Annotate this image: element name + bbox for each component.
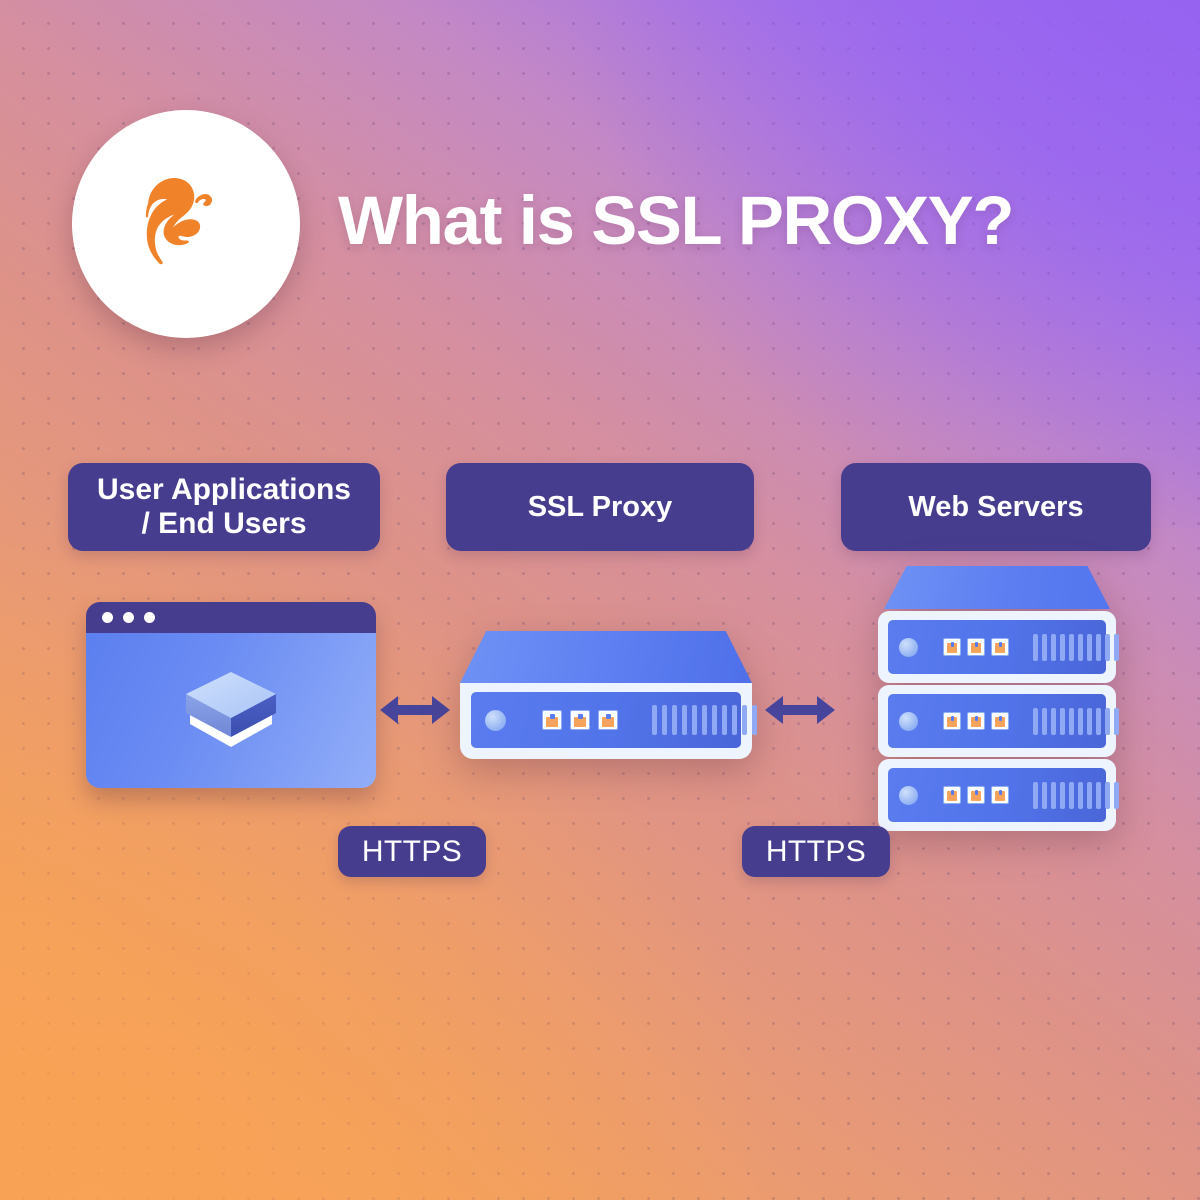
ethernet-ports-group [542, 710, 618, 730]
ethernet-ports-group [943, 712, 1009, 730]
window-dot-1 [102, 612, 113, 623]
label-user-applications: User Applications / End Users [68, 463, 380, 551]
label-line-1: User Applications [97, 473, 351, 507]
infographic-canvas: What is SSL PROXY? User Applications / E… [0, 0, 1200, 1200]
server-front-panel [888, 768, 1119, 822]
server-front-panel [888, 620, 1119, 674]
server-unit [878, 759, 1119, 831]
network-appliance-icon [460, 631, 757, 759]
status-led-icon [899, 785, 918, 805]
ethernet-port-icon [943, 638, 961, 656]
server-unit [878, 685, 1119, 757]
window-dot-2 [123, 612, 134, 623]
ethernet-port-icon [991, 786, 1009, 804]
vent-slats-group [1033, 707, 1119, 735]
https-badge-proxy-servers: HTTPS [742, 826, 890, 877]
appliance-front-panel [471, 692, 757, 748]
appliance-top [460, 631, 752, 683]
browser-window-icon [86, 602, 376, 788]
label-line-2: / End Users [141, 507, 307, 540]
logo-badge [72, 110, 300, 338]
server-front-panel [888, 694, 1119, 748]
ethernet-port-icon [967, 712, 985, 730]
page-title: What is SSL PROXY? [338, 181, 1015, 259]
server-unit [878, 611, 1119, 683]
ethernet-port-icon [570, 710, 590, 730]
squirrel-logo-icon [145, 177, 213, 265]
vent-slats-group [652, 705, 757, 735]
status-led-icon [899, 711, 918, 731]
window-dot-3 [144, 612, 155, 623]
ethernet-port-icon [943, 712, 961, 730]
vent-slats-group [1033, 633, 1119, 661]
status-led-icon [485, 709, 506, 731]
label-user-applications-text: User Applications / End Users [97, 473, 351, 540]
ethernet-port-icon [991, 638, 1009, 656]
label-web-servers: Web Servers [841, 463, 1151, 551]
browser-content-area [86, 633, 376, 788]
server-stack-top [884, 566, 1110, 609]
ethernet-port-icon [542, 710, 562, 730]
label-ssl-proxy: SSL Proxy [446, 463, 754, 551]
status-led-icon [899, 637, 918, 657]
ethernet-port-icon [967, 786, 985, 804]
ethernet-port-icon [598, 710, 618, 730]
vent-slats-group [1033, 781, 1119, 809]
double-arrow-icon-users-proxy [378, 687, 452, 733]
layers-stack-icon [186, 671, 276, 747]
browser-titlebar [86, 602, 376, 633]
ethernet-port-icon [991, 712, 1009, 730]
ethernet-ports-group [943, 786, 1009, 804]
https-badge-users-proxy: HTTPS [338, 826, 486, 877]
server-stack-icon [878, 566, 1119, 831]
double-arrow-icon-proxy-servers [763, 687, 837, 733]
ethernet-ports-group [943, 638, 1009, 656]
appliance-case [460, 683, 757, 759]
ethernet-port-icon [967, 638, 985, 656]
ethernet-port-icon [943, 786, 961, 804]
